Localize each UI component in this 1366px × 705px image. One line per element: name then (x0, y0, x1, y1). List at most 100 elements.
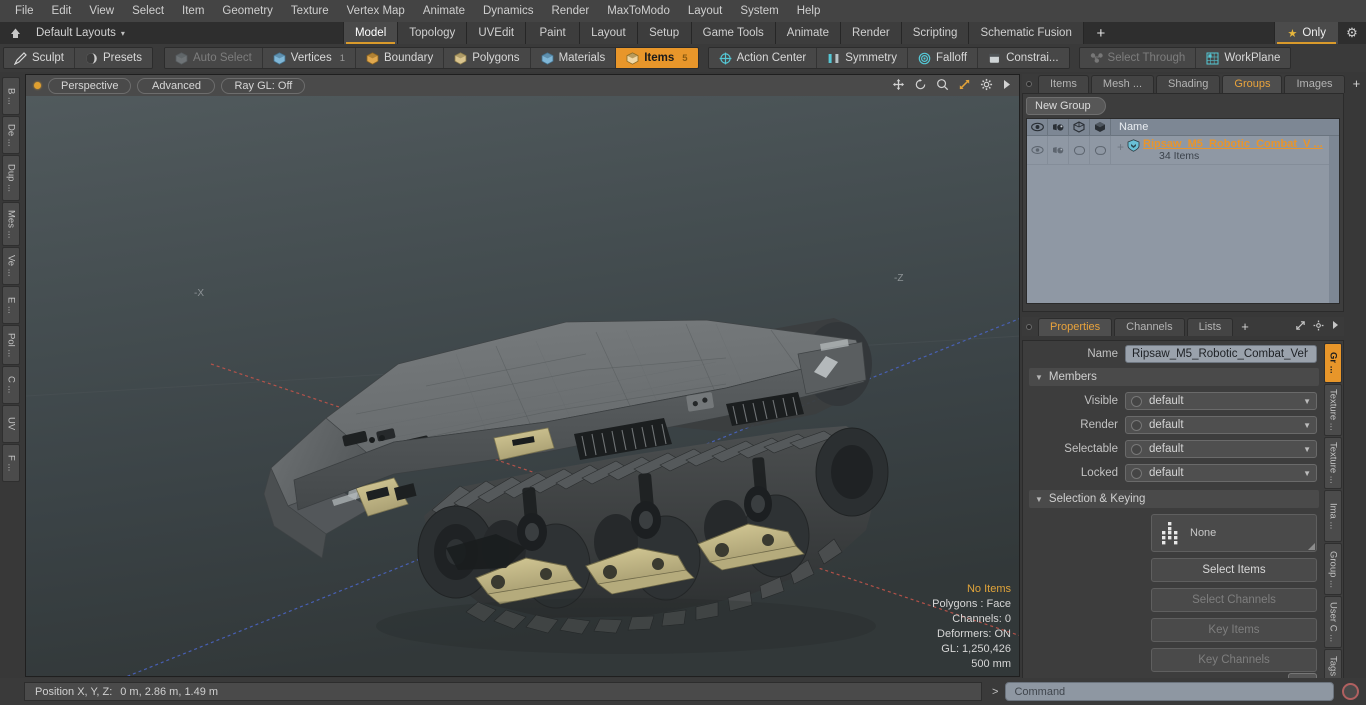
layout-tab-layout[interactable]: Layout (580, 22, 638, 44)
members-section-header[interactable]: ▼ Members (1029, 368, 1319, 386)
layout-tab-paint[interactable]: Paint (526, 22, 581, 44)
member-dropdown-visible[interactable]: default ▼ (1125, 392, 1317, 410)
tab-groups[interactable]: Groups (1222, 74, 1283, 93)
tool-action-center-button[interactable]: Action Center (708, 48, 818, 68)
left-tab-5[interactable]: E ... (2, 286, 20, 324)
viewport-raygl-button[interactable]: Ray GL: Off (221, 77, 306, 94)
tab-channels[interactable]: Channels (1114, 317, 1185, 336)
default-layouts-dropdown[interactable]: Default Layouts ▾ (30, 22, 135, 44)
tab-images[interactable]: Images (1284, 74, 1345, 93)
expand-row-icon[interactable]: + (1117, 138, 1124, 153)
right-tab-4[interactable]: Group ... (1324, 543, 1342, 595)
expand-icon[interactable] (1295, 320, 1306, 334)
tool-constrai--button[interactable]: Constrai... (978, 48, 1069, 68)
selection-set-dropdown[interactable]: None (1151, 514, 1317, 552)
pan-icon[interactable] (892, 78, 905, 93)
selmode-items-button[interactable]: Items 5 (616, 48, 698, 68)
rotate-icon[interactable] (914, 78, 927, 93)
tab-properties[interactable]: Properties (1038, 317, 1113, 336)
selmode-materials-button[interactable]: Materials (530, 48, 617, 68)
selmode-polygons-button[interactable]: Polygons (444, 48, 531, 68)
gear-icon[interactable]: ⚙ (1338, 22, 1366, 44)
layout-tab-scripting[interactable]: Scripting (901, 22, 970, 44)
viewport-projection-button[interactable]: Perspective (48, 77, 132, 94)
viewport-canvas[interactable]: -X -Z No Items Polygons: Face Channels:… (26, 96, 1019, 676)
add-layout-tab-button[interactable]: + (1083, 22, 1118, 44)
tool-select-through-button[interactable]: Select Through (1079, 48, 1197, 68)
panel-menu-dot[interactable] (1026, 80, 1032, 87)
left-tab-7[interactable]: C ... (2, 366, 20, 404)
layout-tab-uvedit[interactable]: UVEdit (467, 22, 527, 44)
table-row[interactable]: + Ripsaw_M5_Robotic_Combat_V ... 34 Item… (1027, 136, 1339, 165)
menu-item-view[interactable]: View (80, 3, 123, 19)
member-dropdown-locked[interactable]: default ▼ (1125, 464, 1317, 482)
menu-item-maxtomodo[interactable]: MaxToModo (598, 3, 679, 19)
command-input[interactable]: Command (1005, 682, 1334, 701)
member-dropdown-render[interactable]: default ▼ (1125, 416, 1317, 434)
record-icon[interactable] (1342, 683, 1359, 700)
group-row-name-cell[interactable]: + Ripsaw_M5_Robotic_Combat_V ... 34 Item… (1111, 136, 1339, 164)
zoom-icon[interactable] (936, 78, 949, 93)
selmode-boundary-button[interactable]: Boundary (356, 48, 445, 68)
tool-workplane-button[interactable]: WorkPlane (1196, 48, 1291, 68)
right-tab-1[interactable]: Texture ... (1324, 384, 1342, 436)
viewport-play-icon[interactable] (1002, 79, 1011, 92)
left-tab-3[interactable]: Mes ... (2, 202, 20, 246)
menu-item-geometry[interactable]: Geometry (213, 3, 282, 19)
layout-tab-game-tools[interactable]: Game Tools (691, 22, 776, 44)
left-tab-4[interactable]: Ve ... (2, 247, 20, 285)
menu-item-texture[interactable]: Texture (282, 3, 338, 19)
props-gear-icon[interactable] (1313, 320, 1324, 334)
left-tab-9[interactable]: F ... (2, 444, 20, 482)
add-properties-tab-button[interactable]: + (1235, 319, 1255, 334)
group-row-title[interactable]: Ripsaw_M5_Robotic_Combat_V ... (1143, 138, 1323, 150)
layout-tab-schematic-fusion[interactable]: Schematic Fusion (969, 22, 1084, 44)
member-dropdown-selectable[interactable]: default ▼ (1125, 440, 1317, 458)
menu-item-edit[interactable]: Edit (43, 3, 81, 19)
left-tab-8[interactable]: UV (2, 405, 20, 443)
tool-symmetry-button[interactable]: Symmetry (817, 48, 908, 68)
menu-item-file[interactable]: File (6, 3, 43, 19)
menu-item-dynamics[interactable]: Dynamics (474, 3, 542, 19)
tool-sculpt-button[interactable]: Sculpt (4, 48, 75, 68)
tab-items[interactable]: Items (1038, 74, 1089, 93)
select-items-button[interactable]: Select Items (1151, 558, 1317, 582)
viewport-shading-button[interactable]: Advanced (137, 77, 216, 94)
layout-tab-render[interactable]: Render (840, 22, 902, 44)
row-render-icon[interactable] (1048, 136, 1069, 164)
left-tab-0[interactable]: B ... (2, 77, 20, 115)
viewport-gear-icon[interactable] (980, 78, 993, 93)
tab-mesh-[interactable]: Mesh ... (1090, 74, 1155, 93)
viewport-3d[interactable]: Perspective Advanced Ray GL: Off -X -Z N… (25, 74, 1020, 677)
selection-keying-section-header[interactable]: ▼ Selection & Keying (1029, 490, 1319, 508)
menu-item-system[interactable]: System (731, 3, 787, 19)
layout-tab-setup[interactable]: Setup (637, 22, 692, 44)
tab-shading[interactable]: Shading (1156, 74, 1221, 93)
menu-item-vertex-map[interactable]: Vertex Map (338, 3, 414, 19)
right-tab-3[interactable]: Ima ... (1324, 490, 1342, 542)
menu-item-layout[interactable]: Layout (679, 3, 732, 19)
left-tab-1[interactable]: De ... (2, 116, 20, 154)
layout-tab-animate[interactable]: Animate (775, 22, 841, 44)
groups-list[interactable]: Name + Ripsaw_M5_Robotic_Combat_V ... 34… (1026, 118, 1340, 304)
add-panel-tab-button[interactable]: + (1347, 76, 1366, 91)
menu-item-render[interactable]: Render (542, 3, 598, 19)
right-tab-0[interactable]: Gr ... (1324, 343, 1342, 383)
row-eye-icon[interactable] (1027, 136, 1048, 164)
properties-panel-menu-dot[interactable] (1026, 323, 1032, 330)
home-icon[interactable] (0, 22, 30, 44)
menu-item-help[interactable]: Help (788, 3, 830, 19)
fit-icon[interactable] (958, 78, 971, 93)
right-tab-2[interactable]: Texture ... (1324, 437, 1342, 489)
groups-list-scrollbar[interactable] (1329, 136, 1339, 303)
right-tab-5[interactable]: User C ... (1324, 596, 1342, 648)
tab-lists[interactable]: Lists (1186, 317, 1234, 336)
tool-falloff-button[interactable]: Falloff (908, 48, 979, 68)
new-group-button[interactable]: New Group (1026, 97, 1106, 115)
menu-item-item[interactable]: Item (173, 3, 213, 19)
name-field[interactable]: Ripsaw_M5_Robotic_Combat_Vehicle (1125, 345, 1317, 363)
selmode-auto-select-button[interactable]: Auto Select (164, 48, 263, 68)
layout-tab-topology[interactable]: Topology (398, 22, 468, 44)
panel-arrow-icon[interactable] (1331, 320, 1339, 334)
menu-item-animate[interactable]: Animate (414, 3, 474, 19)
